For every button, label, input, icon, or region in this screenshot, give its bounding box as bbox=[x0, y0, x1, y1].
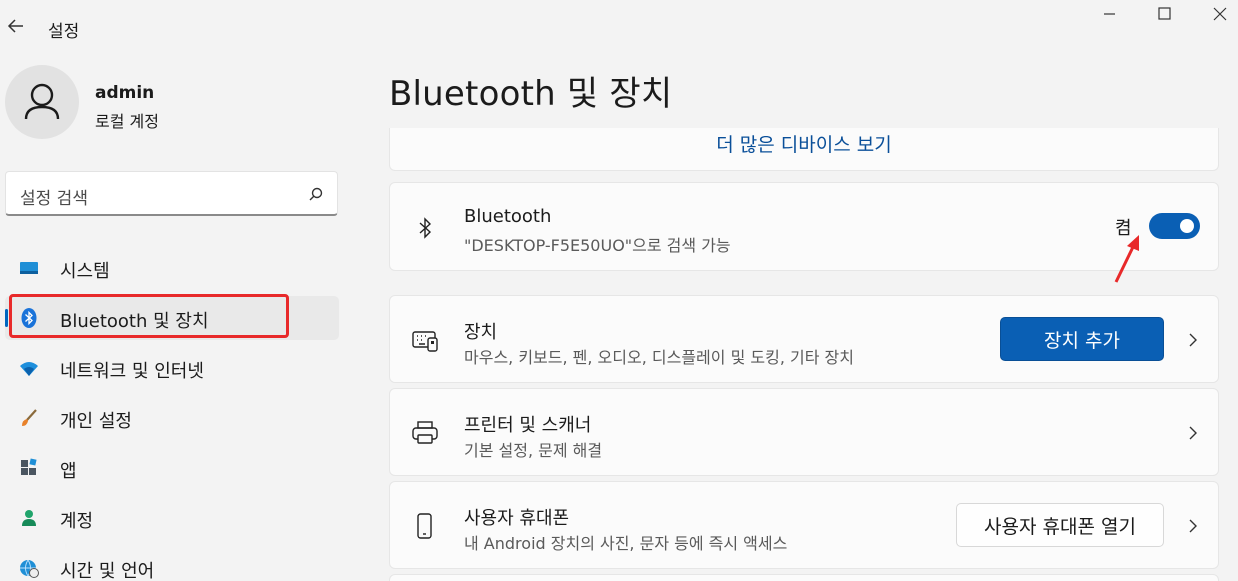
avatar[interactable] bbox=[5, 65, 79, 139]
sidebar-item-accounts[interactable]: 계정 bbox=[5, 496, 339, 540]
sidebar-item-network[interactable]: 네트워크 및 인터넷 bbox=[5, 346, 339, 390]
add-device-button[interactable]: 장치 추가 bbox=[1000, 317, 1164, 361]
app-title: 설정 bbox=[48, 22, 80, 42]
printer-icon bbox=[412, 421, 438, 444]
devices-title: 장치 bbox=[464, 322, 498, 343]
keyboard-devices-icon bbox=[412, 331, 438, 352]
user-name: admin bbox=[95, 83, 155, 103]
phone-subtitle: 내 Android 장치의 사진, 문자 등에 즉시 액세스 bbox=[464, 534, 788, 553]
printers-card[interactable]: 프린터 및 스캐너 기본 설정, 문제 해결 bbox=[389, 388, 1219, 476]
open-phone-button[interactable]: 사용자 휴대폰 열기 bbox=[956, 503, 1164, 547]
devices-card[interactable]: 장치 마우스, 키보드, 펜, 오디오, 디스플레이 및 도킹, 기타 장치 장… bbox=[389, 295, 1219, 383]
account-type: 로컬 계정 bbox=[95, 112, 159, 131]
sidebar-item-label: 앱 bbox=[60, 461, 77, 482]
bluetooth-card: Bluetooth "DESKTOP-F5E50UO"으로 검색 가능 켬 bbox=[389, 182, 1219, 271]
more-devices-card[interactable]: 더 많은 디바이스 보기 bbox=[389, 128, 1219, 171]
sidebar-item-personalization[interactable]: 개인 설정 bbox=[5, 396, 339, 440]
annotation-arrow bbox=[1114, 235, 1139, 283]
next-card-partial[interactable] bbox=[389, 574, 1219, 581]
sidebar-item-label: 시스템 bbox=[60, 261, 110, 282]
person-icon bbox=[24, 83, 60, 120]
sidebar-item-label: 계정 bbox=[60, 511, 94, 532]
search-placeholder: 설정 검색 bbox=[20, 189, 88, 209]
account-icon bbox=[22, 510, 36, 526]
phone-title: 사용자 휴대폰 bbox=[464, 508, 570, 529]
sidebar-item-label: 네트워크 및 인터넷 bbox=[60, 361, 204, 382]
title-bar: 설정 bbox=[0, 0, 1238, 50]
close-icon[interactable] bbox=[1208, 4, 1232, 24]
wifi-icon bbox=[20, 362, 38, 376]
chevron-right-icon[interactable] bbox=[1186, 330, 1200, 350]
sidebar-item-time-language[interactable]: 시간 및 언어 bbox=[5, 546, 339, 581]
chevron-right-icon[interactable] bbox=[1186, 516, 1200, 536]
page-title: Bluetooth 및 장치 bbox=[389, 74, 673, 114]
maximize-icon[interactable] bbox=[1152, 4, 1176, 24]
toggle-knob bbox=[1180, 219, 1194, 233]
phone-card[interactable]: 사용자 휴대폰 내 Android 장치의 사진, 문자 등에 즉시 액세스 사… bbox=[389, 481, 1219, 569]
annotation-highlight-box bbox=[9, 294, 289, 338]
sidebar-item-label: 시간 및 언어 bbox=[60, 561, 155, 581]
sidebar-item-system[interactable]: 시스템 bbox=[5, 246, 339, 290]
active-indicator bbox=[5, 309, 8, 327]
bluetooth-icon bbox=[419, 217, 432, 239]
sidebar-item-apps[interactable]: 앱 bbox=[5, 446, 339, 490]
search-input[interactable]: 설정 검색 bbox=[5, 171, 338, 216]
globe-clock-icon bbox=[20, 559, 39, 578]
printers-title: 프린터 및 스캐너 bbox=[464, 415, 592, 436]
bluetooth-subtitle: "DESKTOP-F5E50UO"으로 검색 가능 bbox=[464, 236, 731, 255]
phone-icon bbox=[417, 513, 432, 539]
sidebar-item-label: 개인 설정 bbox=[60, 411, 132, 432]
system-icon bbox=[20, 262, 38, 274]
bluetooth-toggle[interactable] bbox=[1149, 213, 1200, 239]
chevron-right-icon[interactable] bbox=[1186, 423, 1200, 443]
search-icon[interactable] bbox=[307, 185, 325, 203]
back-arrow-icon[interactable] bbox=[4, 14, 28, 38]
printers-subtitle: 기본 설정, 문제 해결 bbox=[464, 441, 603, 460]
bluetooth-title: Bluetooth bbox=[464, 206, 552, 227]
more-devices-link[interactable]: 더 많은 디바이스 보기 bbox=[390, 130, 1218, 157]
brush-icon bbox=[22, 409, 37, 426]
devices-subtitle: 마우스, 키보드, 펜, 오디오, 디스플레이 및 도킹, 기타 장치 bbox=[464, 348, 854, 367]
apps-icon bbox=[21, 458, 37, 475]
minimize-icon[interactable] bbox=[1098, 4, 1122, 24]
